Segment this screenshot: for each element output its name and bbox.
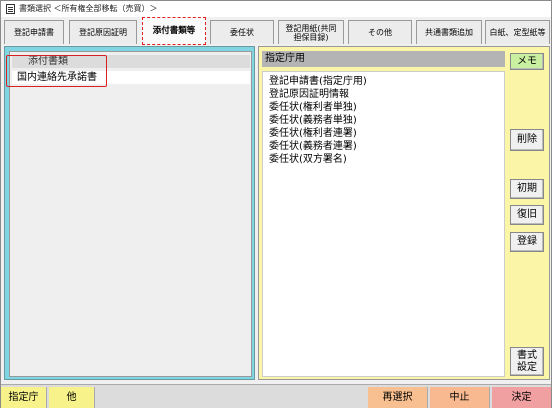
- cancel-button[interactable]: 中止: [430, 387, 490, 408]
- tab-blank-forms[interactable]: 白紙、定型紙等: [485, 20, 550, 44]
- tab-attachments[interactable]: 添付書類等: [142, 17, 206, 45]
- format-settings-label-line1: 書式: [517, 350, 537, 361]
- initialize-button[interactable]: 初期: [510, 179, 544, 199]
- list-item[interactable]: 委任状(義務者連署): [269, 140, 357, 153]
- designated-office-list[interactable]: 登記申請書(指定庁用) 登記原因証明情報 委任状(権利者単独) 委任状(義務者単…: [262, 71, 505, 377]
- register-button[interactable]: 登録: [510, 232, 544, 252]
- list-item[interactable]: 委任状(権利者単独): [269, 101, 357, 114]
- format-settings-button[interactable]: 書式 設定: [510, 347, 544, 376]
- restore-button[interactable]: 復旧: [510, 205, 544, 225]
- attachments-panel: 添付書類 国内連絡先承諾書: [4, 46, 255, 380]
- tab-application[interactable]: 登記申請書: [4, 20, 64, 44]
- tab-strip: 登記申請書 登記原因証明 添付書類等 委任状 登記用紙(共同担保目録) その他 …: [1, 17, 551, 45]
- list-item[interactable]: 登記申請書(指定庁用): [269, 75, 367, 88]
- document-icon: [6, 4, 15, 14]
- list-item[interactable]: 委任状(義務者単独): [269, 114, 357, 127]
- tab-cause-certificate[interactable]: 登記原因証明: [69, 20, 137, 44]
- tab-other[interactable]: その他: [348, 20, 412, 44]
- list-item[interactable]: 登記原因証明情報: [269, 88, 349, 101]
- memo-button[interactable]: メモ: [510, 53, 544, 70]
- reselect-button[interactable]: 再選択: [368, 387, 428, 408]
- tab-common-docs[interactable]: 共通書類追加: [416, 20, 482, 44]
- delete-button[interactable]: 削除: [510, 129, 544, 151]
- other-button[interactable]: 他: [49, 387, 95, 408]
- designated-office-button[interactable]: 指定庁: [1, 387, 47, 408]
- list-item[interactable]: 委任状(双方署名): [269, 153, 347, 166]
- tab-power-of-attorney[interactable]: 委任状: [210, 20, 274, 44]
- decide-button[interactable]: 決定: [492, 387, 551, 408]
- highlight-box: [6, 55, 107, 87]
- format-settings-label-line2: 設定: [517, 362, 537, 373]
- designated-office-panel: 指定庁用 登記申請書(指定庁用) 登記原因証明情報 委任状(権利者単独) 委任状…: [258, 46, 550, 380]
- window-title: 書類選択 ＜所有権全部移転（売買）＞: [19, 4, 158, 13]
- document-selection-window: 書類選択 ＜所有権全部移転（売買）＞ 登記申請書 登記原因証明 添付書類等 委任…: [0, 0, 552, 408]
- attachments-list[interactable]: 添付書類 国内連絡先承諾書: [9, 51, 252, 377]
- designated-office-header: 指定庁用: [262, 51, 505, 67]
- list-item[interactable]: 委任状(権利者連署): [269, 127, 357, 140]
- tab-register-form[interactable]: 登記用紙(共同担保目録): [278, 20, 344, 44]
- bottom-bar: 指定庁 他 再選択 中止 決定: [1, 384, 551, 408]
- title-bar: 書類選択 ＜所有権全部移転（売買）＞: [1, 1, 551, 17]
